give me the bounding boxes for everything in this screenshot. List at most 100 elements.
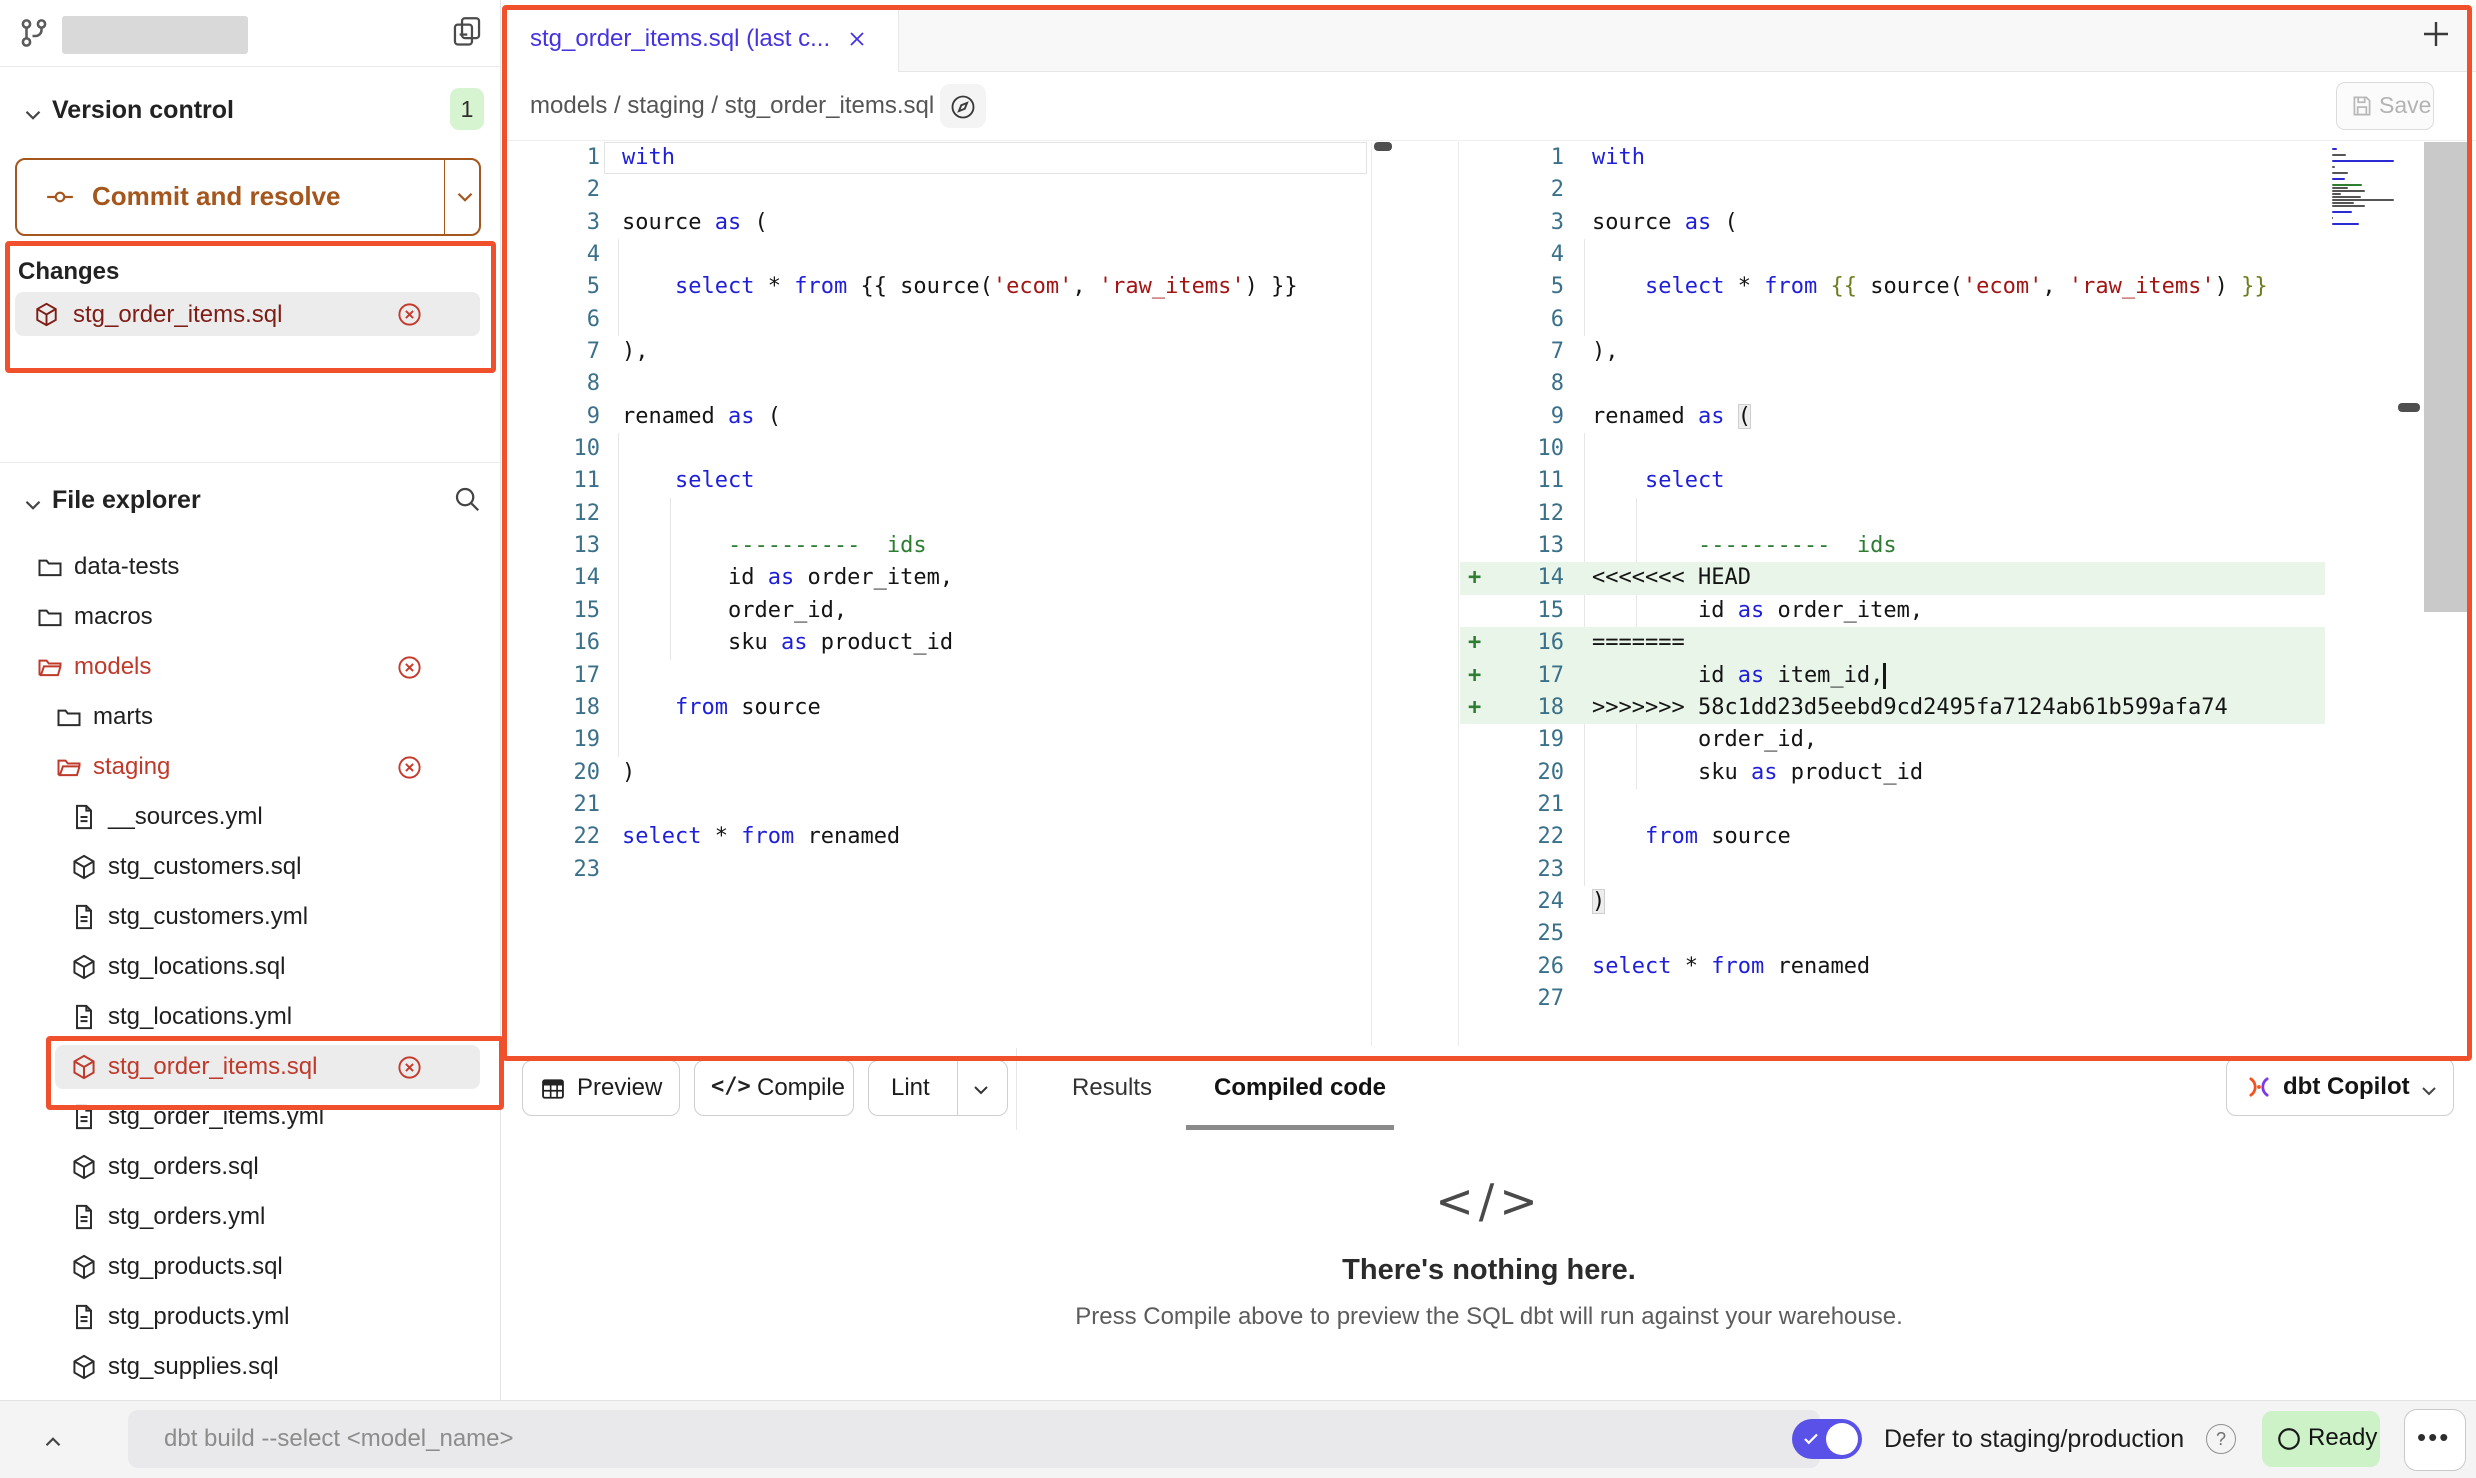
code-line-1[interactable]: 1with	[508, 142, 1371, 174]
code-line-3[interactable]: 3source as (	[1460, 207, 2325, 239]
code-line-16[interactable]: 16 sku as product_id	[508, 627, 1371, 659]
lint-button[interactable]: Lint	[868, 1060, 1008, 1116]
code-line-12[interactable]: 12	[1460, 498, 2325, 530]
code-line-25[interactable]: 25	[1460, 918, 2325, 950]
tab-close-icon[interactable]	[845, 27, 869, 51]
tab-compiled-code[interactable]: Compiled code	[1214, 1074, 1386, 1102]
commit-and-resolve-button[interactable]: Commit and resolve	[15, 158, 481, 236]
discard-change-icon[interactable]	[396, 301, 423, 328]
code-line-10[interactable]: 10	[1460, 433, 2325, 465]
code-line-7[interactable]: 7),	[508, 336, 1371, 368]
code-line-15[interactable]: 15 id as order_item,	[1460, 595, 2325, 627]
code-line-18[interactable]: 18 from source	[508, 692, 1371, 724]
code-line-11[interactable]: 11 select	[508, 465, 1371, 497]
tab-results[interactable]: Results	[1072, 1074, 1152, 1102]
code-line-8[interactable]: 8	[508, 368, 1371, 400]
file-item-staging[interactable]: staging	[0, 742, 500, 792]
discard-change-icon[interactable]	[396, 1054, 423, 1081]
defer-toggle[interactable]	[1792, 1419, 1862, 1459]
code-line-17[interactable]: +17 id as item_id,	[1460, 660, 2325, 692]
version-control-header[interactable]: Version control 1	[0, 88, 500, 136]
dbt-copilot-button[interactable]: dbt Copilot	[2226, 1058, 2454, 1116]
code-line-6[interactable]: 6	[508, 304, 1371, 336]
code-line-14[interactable]: 14 id as order_item,	[508, 562, 1371, 594]
copilot-chevron-icon[interactable]	[2417, 1079, 2441, 1103]
help-icon[interactable]: ?	[2206, 1424, 2236, 1454]
code-line-14[interactable]: +14<<<<<<< HEAD	[1460, 562, 2325, 594]
command-input[interactable]	[128, 1410, 1820, 1468]
file-item-stg_order_items.sql[interactable]: stg_order_items.sql	[0, 1042, 500, 1092]
right-pane-scroll-thumb[interactable]	[2398, 403, 2420, 412]
file-explorer-header[interactable]: File explorer	[0, 478, 500, 526]
preview-button[interactable]: Preview	[522, 1060, 680, 1116]
file-item-models[interactable]: models	[0, 642, 500, 692]
file-item-data-tests[interactable]: data-tests	[0, 542, 500, 592]
file-item-macros[interactable]: macros	[0, 592, 500, 642]
code-pane-modified[interactable]: 1with23source as (45 select * from {{ so…	[1460, 142, 2325, 1015]
code-line-20[interactable]: 20)	[508, 757, 1371, 789]
code-line-17[interactable]: 17	[508, 660, 1371, 692]
code-line-1[interactable]: 1with	[1460, 142, 2325, 174]
file-item-stg_customers.yml[interactable]: stg_customers.yml	[0, 892, 500, 942]
code-line-13[interactable]: 13 ---------- ids	[1460, 530, 2325, 562]
code-line-2[interactable]: 2	[1460, 174, 2325, 206]
chevron-down-icon[interactable]	[20, 492, 46, 518]
file-item-stg_products.sql[interactable]: stg_products.sql	[0, 1242, 500, 1292]
chevron-down-icon[interactable]	[20, 102, 46, 128]
file-item-stg_orders.yml[interactable]: stg_orders.yml	[0, 1192, 500, 1242]
right-scrollbar-strip[interactable]	[2424, 142, 2468, 612]
file-item-stg_supplies.sql[interactable]: stg_supplies.sql	[0, 1342, 500, 1392]
code-line-22[interactable]: 22 from source	[1460, 821, 2325, 853]
minimap[interactable]	[2332, 148, 2396, 229]
search-icon[interactable]	[452, 484, 482, 514]
code-line-26[interactable]: 26select * from renamed	[1460, 951, 2325, 983]
file-item-__sources.yml[interactable]: __sources.yml	[0, 792, 500, 842]
code-pane-original[interactable]: 1with23source as (45 select * from {{ so…	[508, 142, 1371, 886]
code-line-22[interactable]: 22select * from renamed	[508, 821, 1371, 853]
new-tab-plus-icon[interactable]	[2418, 16, 2454, 52]
code-line-16[interactable]: +16=======	[1460, 627, 2325, 659]
left-pane-scroll-thumb[interactable]	[1374, 142, 1392, 151]
code-line-8[interactable]: 8	[1460, 368, 2325, 400]
code-line-24[interactable]: 24)	[1460, 886, 2325, 918]
code-line-11[interactable]: 11 select	[1460, 465, 2325, 497]
code-line-7[interactable]: 7),	[1460, 336, 2325, 368]
code-line-13[interactable]: 13 ---------- ids	[508, 530, 1371, 562]
branch-name-redacted[interactable]	[62, 16, 248, 54]
file-item-stg_orders.sql[interactable]: stg_orders.sql	[0, 1142, 500, 1192]
code-line-5[interactable]: 5 select * from {{ source('ecom', 'raw_i…	[1460, 271, 2325, 303]
expand-chevron-icon[interactable]	[40, 1429, 66, 1455]
compile-button[interactable]: </> Compile	[694, 1060, 854, 1116]
code-line-21[interactable]: 21	[508, 789, 1371, 821]
code-line-3[interactable]: 3source as (	[508, 207, 1371, 239]
lint-dropdown-chevron-icon[interactable]	[969, 1078, 993, 1102]
copy-files-icon[interactable]	[450, 14, 484, 48]
code-line-9[interactable]: 9renamed as (	[508, 401, 1371, 433]
file-item-stg_order_items.yml[interactable]: stg_order_items.yml	[0, 1092, 500, 1142]
code-line-23[interactable]: 23	[1460, 854, 2325, 886]
code-line-6[interactable]: 6	[1460, 304, 2325, 336]
code-line-19[interactable]: 19 order_id,	[1460, 724, 2325, 756]
code-line-10[interactable]: 10	[508, 433, 1371, 465]
code-line-21[interactable]: 21	[1460, 789, 2325, 821]
changed-file-row[interactable]: stg_order_items.sql	[15, 292, 480, 336]
code-line-27[interactable]: 27	[1460, 983, 2325, 1015]
code-line-18[interactable]: +18>>>>>>> 58c1dd23d5eebd9cd2495fa7124ab…	[1460, 692, 2325, 724]
code-line-9[interactable]: 9renamed as (	[1460, 401, 2325, 433]
file-item-stg_locations.yml[interactable]: stg_locations.yml	[0, 992, 500, 1042]
code-line-19[interactable]: 19	[508, 724, 1371, 756]
left-pane-scroll-track[interactable]	[1371, 142, 1372, 1046]
code-line-2[interactable]: 2	[508, 174, 1371, 206]
file-item-stg_locations.sql[interactable]: stg_locations.sql	[0, 942, 500, 992]
save-button[interactable]: Save	[2336, 82, 2434, 130]
file-item-marts[interactable]: marts	[0, 692, 500, 742]
code-line-5[interactable]: 5 select * from {{ source('ecom', 'raw_i…	[508, 271, 1371, 303]
code-line-4[interactable]: 4	[1460, 239, 2325, 271]
code-line-20[interactable]: 20 sku as product_id	[1460, 757, 2325, 789]
discard-change-icon[interactable]	[396, 754, 423, 781]
file-item-stg_products.yml[interactable]: stg_products.yml	[0, 1292, 500, 1342]
code-line-12[interactable]: 12	[508, 498, 1371, 530]
lineage-compass-icon[interactable]	[940, 84, 986, 128]
discard-change-icon[interactable]	[396, 654, 423, 681]
tab-stg-order-items[interactable]: stg_order_items.sql (last c...	[502, 6, 899, 72]
